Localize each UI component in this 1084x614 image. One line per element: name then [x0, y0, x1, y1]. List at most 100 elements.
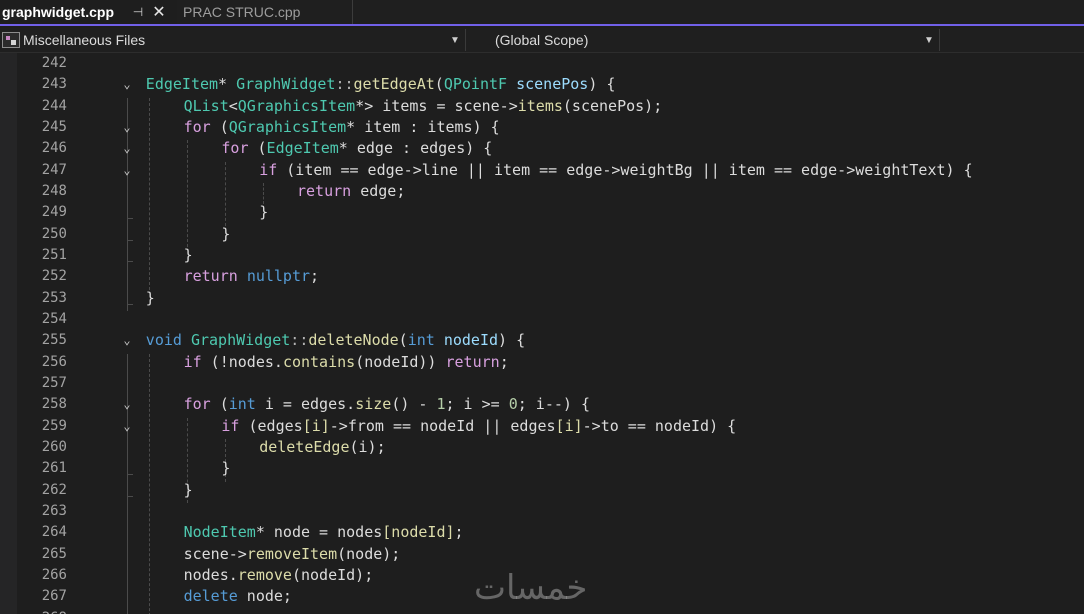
code-line[interactable]: 259 ⌄ if (edges[i]->from == nodeId || edge…: [0, 416, 1084, 437]
code-token: (: [398, 331, 408, 350]
code-line[interactable]: 260 deleteEdge(i);: [0, 437, 1084, 458]
code-token: ; i >=: [445, 395, 509, 414]
fold-chevron-icon[interactable]: ⌄: [120, 416, 134, 437]
code-token: if: [183, 352, 202, 371]
tab-graphwidget[interactable]: graphwidget.cpp ⊣ ✕: [0, 0, 177, 24]
code-token: GraphWidget: [236, 75, 336, 94]
line-number: 260: [41, 438, 67, 455]
code-line[interactable]: 249}: [0, 202, 1084, 223]
code-line[interactable]: 262}: [0, 480, 1084, 501]
line-number: 243: [41, 76, 67, 93]
code-line[interactable]: 253}: [0, 288, 1084, 309]
code-token: for: [183, 395, 211, 414]
code-token: ->to == nodeId) {: [582, 416, 737, 435]
line-number: 242: [41, 55, 67, 71]
code-token: }: [221, 459, 231, 478]
scope-dropdown[interactable]: (Global Scope) ▼: [488, 29, 940, 51]
code-token: return: [445, 352, 500, 371]
close-icon[interactable]: ✕: [148, 2, 170, 22]
code-token: ; i--) {: [517, 395, 590, 414]
fold-chevron-icon[interactable]: ⌄: [120, 138, 134, 159]
line-number: 255: [41, 332, 67, 349]
code-token: ::: [335, 75, 354, 94]
code-token: () -: [391, 395, 437, 414]
code-text: void GraphWidget::deleteNode(int nodeId)…: [146, 330, 525, 351]
fold-chevron-icon[interactable]: ⌄: [120, 74, 134, 95]
misc-files-icon: [2, 32, 20, 48]
code-token: size: [355, 395, 392, 414]
code-token: ;: [499, 352, 509, 371]
code-text: delete node;: [184, 586, 292, 607]
code-token: * node = nodes: [255, 523, 383, 542]
project-dropdown[interactable]: Miscellaneous Files ▼: [0, 29, 466, 51]
code-line[interactable]: 258 ⌄ for (int i = edges.size() - 1; i >= …: [0, 394, 1084, 415]
code-token: remove: [237, 565, 292, 584]
code-line[interactable]: 250}: [0, 224, 1084, 245]
code-line[interactable]: 248 return edge;: [0, 181, 1084, 202]
line-number: 249: [41, 204, 67, 221]
code-line[interactable]: 254: [0, 309, 1084, 330]
code-token: 1: [436, 395, 446, 414]
navigation-bar: Miscellaneous Files ▼ (Global Scope) ▼: [0, 28, 1084, 53]
code-line[interactable]: 263: [0, 501, 1084, 522]
code-line[interactable]: 261}: [0, 458, 1084, 479]
code-line[interactable]: 265 scene->removeItem(node);: [0, 544, 1084, 565]
code-token: }: [259, 203, 269, 222]
code-token: removeItem: [246, 544, 338, 563]
code-line[interactable]: 243 ⌄ EdgeItem* GraphWidget::getEdgeAt(QPo…: [0, 74, 1084, 95]
chevron-down-icon[interactable]: ▼: [919, 35, 939, 46]
line-number: 245: [41, 118, 67, 135]
watermark: خمسات: [474, 568, 588, 608]
code-line[interactable]: 245 ⌄ for (QGraphicsItem* item : items) {: [0, 117, 1084, 138]
chevron-down-icon[interactable]: ▼: [445, 35, 465, 46]
code-line[interactable]: 256 if (!nodes.contains(nodeId)) return;: [0, 352, 1084, 373]
code-token: (nodeId);: [291, 565, 374, 584]
code-token: if: [221, 416, 240, 435]
code-line[interactable]: 251}: [0, 245, 1084, 266]
scope-label: (Global Scope): [495, 32, 589, 48]
line-number: 250: [41, 225, 67, 242]
code-token: delete: [183, 587, 238, 606]
pin-icon[interactable]: ⊣: [128, 5, 148, 19]
line-number: 267: [41, 588, 67, 605]
code-text: }: [221, 224, 230, 245]
code-token: }: [183, 480, 193, 499]
code-token: 0: [508, 395, 518, 414]
code-text: if (edges[i]->from == nodeId || edges[i]…: [221, 416, 736, 437]
code-line[interactable]: 264 NodeItem* node = nodes[nodeId];: [0, 522, 1084, 543]
code-token: (node);: [337, 544, 401, 563]
line-number: 258: [41, 396, 67, 413]
code-line[interactable]: 246 ⌄ for (EdgeItem* edge : edges) {: [0, 138, 1084, 159]
code-line[interactable]: 268: [0, 608, 1084, 614]
code-token: deleteNode: [308, 331, 399, 350]
code-text: }: [184, 245, 193, 266]
code-token: (!nodes.: [201, 352, 283, 371]
code-line[interactable]: 244 QList<QGraphicsItem*> items = scene->…: [0, 96, 1084, 117]
code-line[interactable]: 257: [0, 373, 1084, 394]
fold-chevron-icon[interactable]: ⌄: [120, 394, 134, 415]
code-text: }: [146, 288, 155, 309]
code-line[interactable]: 242: [0, 53, 1084, 74]
code-editor[interactable]: 242 243 ⌄ EdgeItem* GraphWidget::getEdgeAt(…: [0, 53, 1084, 614]
line-number: 259: [41, 417, 67, 434]
code-token: getEdgeAt: [353, 75, 435, 94]
fold-chevron-icon[interactable]: ⌄: [120, 160, 134, 181]
code-token: }: [145, 288, 155, 307]
code-token: node;: [237, 587, 292, 606]
code-token: * edge : edges) {: [338, 139, 493, 158]
fold-chevron-icon[interactable]: ⌄: [120, 117, 134, 138]
code-token: ->from == nodeId || edges: [329, 416, 556, 435]
code-line[interactable]: 252 return nullptr;: [0, 266, 1084, 287]
code-text: scene->removeItem(node);: [184, 544, 401, 565]
code-line[interactable]: 255 ⌄ void GraphWidget::deleteNode(int nod…: [0, 330, 1084, 351]
code-line[interactable]: 247 ⌄ if (item == edge->line || item == ed…: [0, 160, 1084, 181]
fold-chevron-icon[interactable]: ⌄: [120, 330, 134, 351]
tab-prac-struc[interactable]: PRAC STRUC.cpp: [178, 0, 353, 24]
code-token: ) {: [588, 75, 616, 94]
code-text: for (QGraphicsItem* item : items) {: [184, 117, 500, 138]
code-token: [nodeId]: [382, 523, 455, 542]
code-token: NodeItem: [183, 523, 256, 542]
code-text: deleteEdge(i);: [259, 437, 385, 458]
code-token: i = edges.: [255, 395, 356, 414]
code-token: EdgeItem: [145, 75, 219, 94]
